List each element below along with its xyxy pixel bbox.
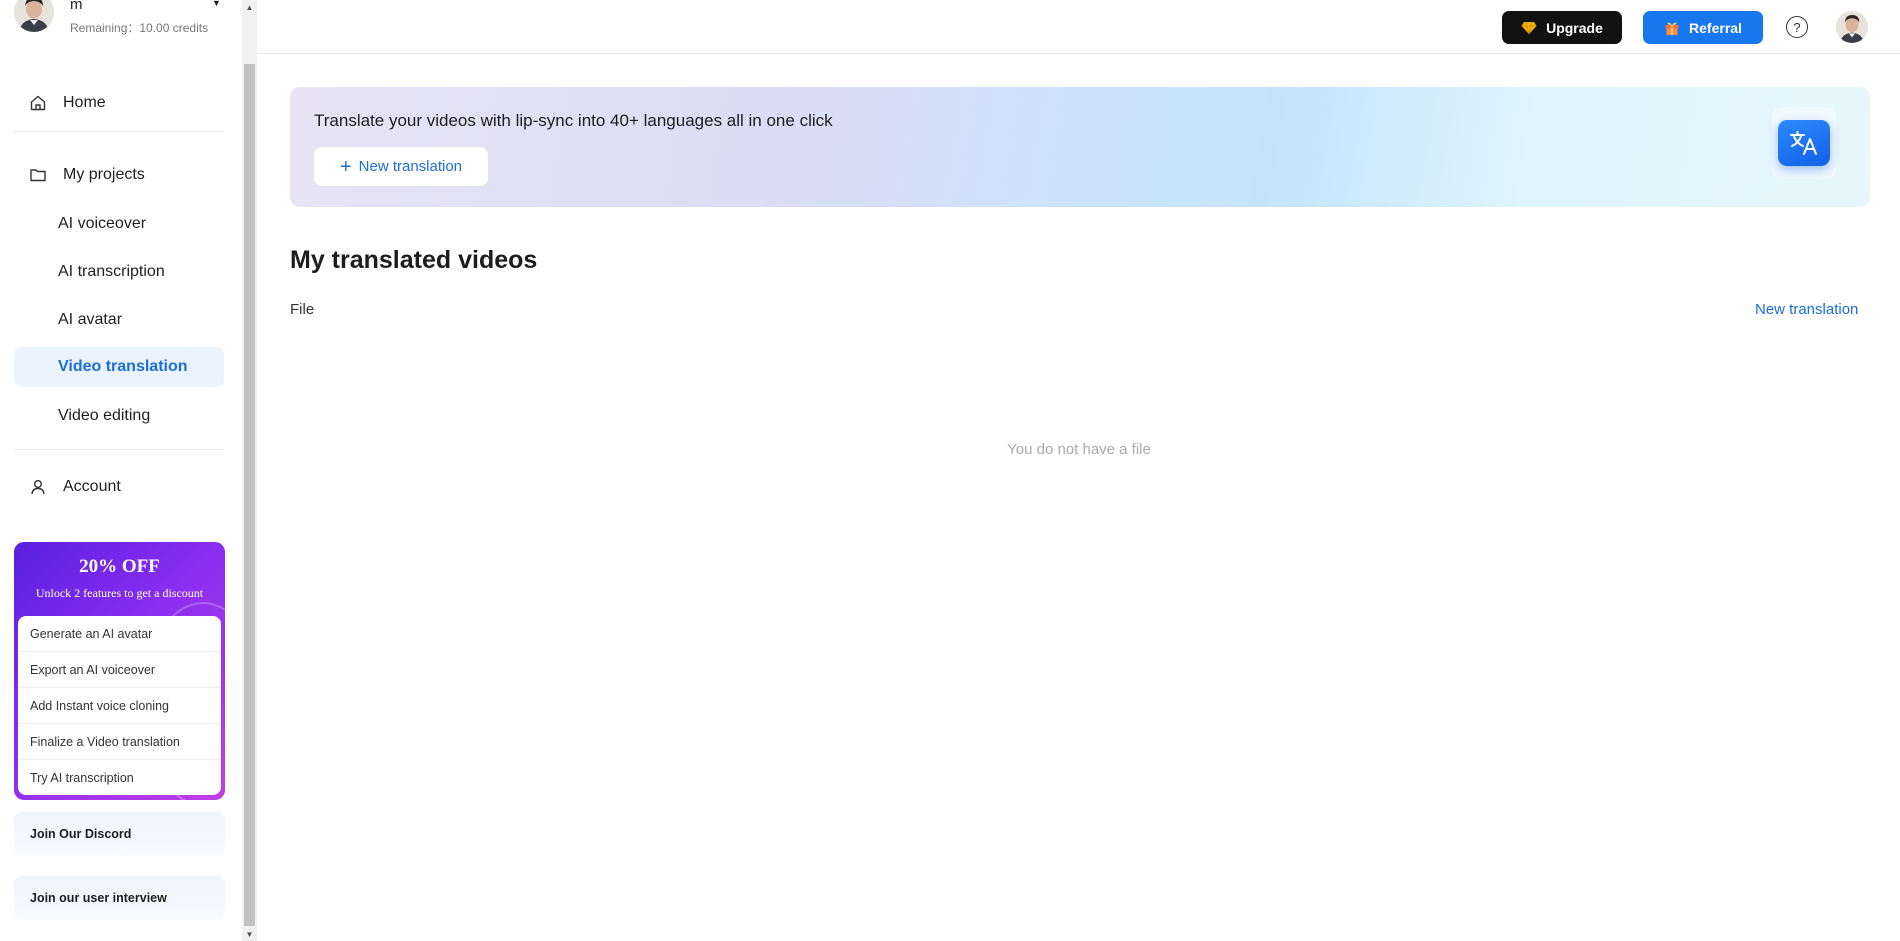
caret-down-icon: ▼ (212, 0, 221, 8)
banner-illustration (1772, 107, 1836, 179)
nav-video-editing[interactable]: Video editing (14, 396, 224, 436)
nav-ai-avatar-label: AI avatar (58, 311, 123, 328)
sidebar-scrollbar[interactable]: ▲ ▼ (242, 0, 257, 941)
referral-button[interactable]: Referral (1643, 11, 1763, 44)
column-header-file: File (290, 301, 315, 318)
user-avatar (14, 0, 54, 32)
promo-subtitle: Unlock 2 features to get a discount (35, 586, 204, 600)
nav-home[interactable]: Home (14, 84, 224, 122)
scrollbar-thumb[interactable] (244, 64, 255, 926)
promo-title: 20% OFF (79, 556, 160, 577)
discount-promo: 20% OFF Unlock 2 features to get a disco… (14, 542, 225, 800)
scroll-down-icon[interactable]: ▼ (242, 927, 257, 941)
gift-icon (1664, 20, 1680, 36)
nav-video-translation[interactable]: Video translation (14, 347, 224, 387)
nav-ai-voiceover[interactable]: AI voiceover (14, 204, 224, 244)
nav-ai-avatar[interactable]: AI avatar (14, 300, 224, 340)
plus-icon: + (339, 155, 352, 178)
divider (14, 131, 224, 132)
home-icon (28, 93, 48, 113)
promo-task-item[interactable]: Generate an AI avatar (18, 616, 221, 652)
join-discord-card[interactable]: Join Our Discord (14, 812, 225, 856)
promo-task-item[interactable]: Finalize a Video translation (18, 724, 221, 760)
new-translation-link[interactable]: New translation (1755, 301, 1858, 318)
scroll-up-icon[interactable]: ▲ (242, 0, 257, 14)
diamond-icon (1521, 21, 1537, 35)
referral-label: Referral (1689, 19, 1742, 36)
credits-remaining: Remaining：10.00 credits (70, 21, 209, 35)
new-translation-button[interactable]: + New translation (314, 147, 488, 186)
nav-video-translation-label: Video translation (58, 358, 188, 375)
header-avatar[interactable] (1836, 11, 1868, 43)
user-menu[interactable]: m ▼ Remaining：10.00 credits (14, 0, 229, 42)
nav-home-label: Home (63, 94, 106, 111)
nav-ai-transcription[interactable]: AI transcription (14, 252, 224, 292)
divider (14, 449, 224, 450)
upgrade-button[interactable]: Upgrade (1502, 11, 1622, 44)
avatar-person-icon (1836, 11, 1868, 43)
question-icon[interactable]: ? (1786, 16, 1808, 38)
app-root: m ▼ Remaining：10.00 credits Home My proj… (0, 0, 1900, 941)
sidebar: m ▼ Remaining：10.00 credits Home My proj… (0, 0, 242, 941)
folder-icon (28, 165, 48, 185)
nav-my-projects-label: My projects (63, 166, 145, 183)
promo-task-item[interactable]: Try AI transcription (18, 760, 221, 796)
nav-my-projects[interactable]: My projects (14, 156, 224, 194)
nav-ai-transcription-label: AI transcription (58, 263, 165, 280)
nav-account[interactable]: Account (14, 468, 224, 506)
new-translation-label: New translation (358, 158, 463, 175)
upgrade-label: Upgrade (1546, 19, 1603, 36)
promo-task-list: Generate an AI avatar Export an AI voice… (18, 616, 221, 795)
top-header: Upgrade Referral ? (258, 0, 1900, 54)
translation-banner: Translate your videos with lip-sync into… (290, 87, 1870, 207)
empty-state: You do not have a file (1007, 441, 1151, 458)
promo-task-item[interactable]: Export an AI voiceover (18, 652, 221, 688)
nav-ai-voiceover-label: AI voiceover (58, 215, 147, 232)
nav-video-editing-label: Video editing (58, 407, 151, 424)
user-name: m (70, 0, 83, 13)
user-icon (28, 477, 48, 497)
promo-task-item[interactable]: Add Instant voice cloning (18, 688, 221, 724)
join-interview-card[interactable]: Join our user interview (14, 876, 225, 920)
avatar-person-icon (14, 0, 54, 32)
page-title: My translated videos (290, 246, 538, 274)
banner-headline: Translate your videos with lip-sync into… (314, 111, 833, 130)
translate-icon (1778, 120, 1830, 166)
nav-account-label: Account (63, 478, 121, 495)
